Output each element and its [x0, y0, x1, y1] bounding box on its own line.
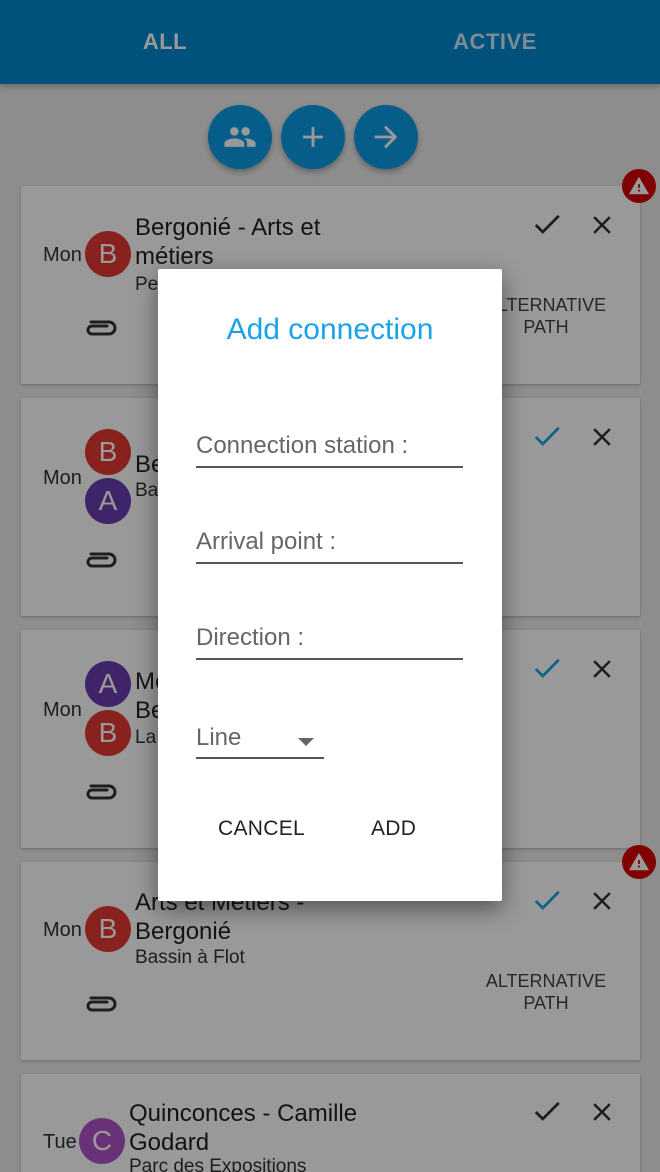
add-connection-dialog: Add connection Connection station : Arri… — [158, 269, 502, 901]
chevron-down-icon — [298, 738, 314, 746]
direction-field[interactable]: Direction : — [196, 620, 463, 660]
cancel-button[interactable]: CANCEL — [218, 817, 305, 841]
line-select[interactable]: Line — [196, 723, 324, 759]
arrival-point-field[interactable]: Arrival point : — [196, 524, 463, 564]
connection-station-field[interactable]: Connection station : — [196, 428, 463, 468]
add-button[interactable]: ADD — [371, 817, 416, 841]
dialog-title: Add connection — [226, 313, 434, 346]
